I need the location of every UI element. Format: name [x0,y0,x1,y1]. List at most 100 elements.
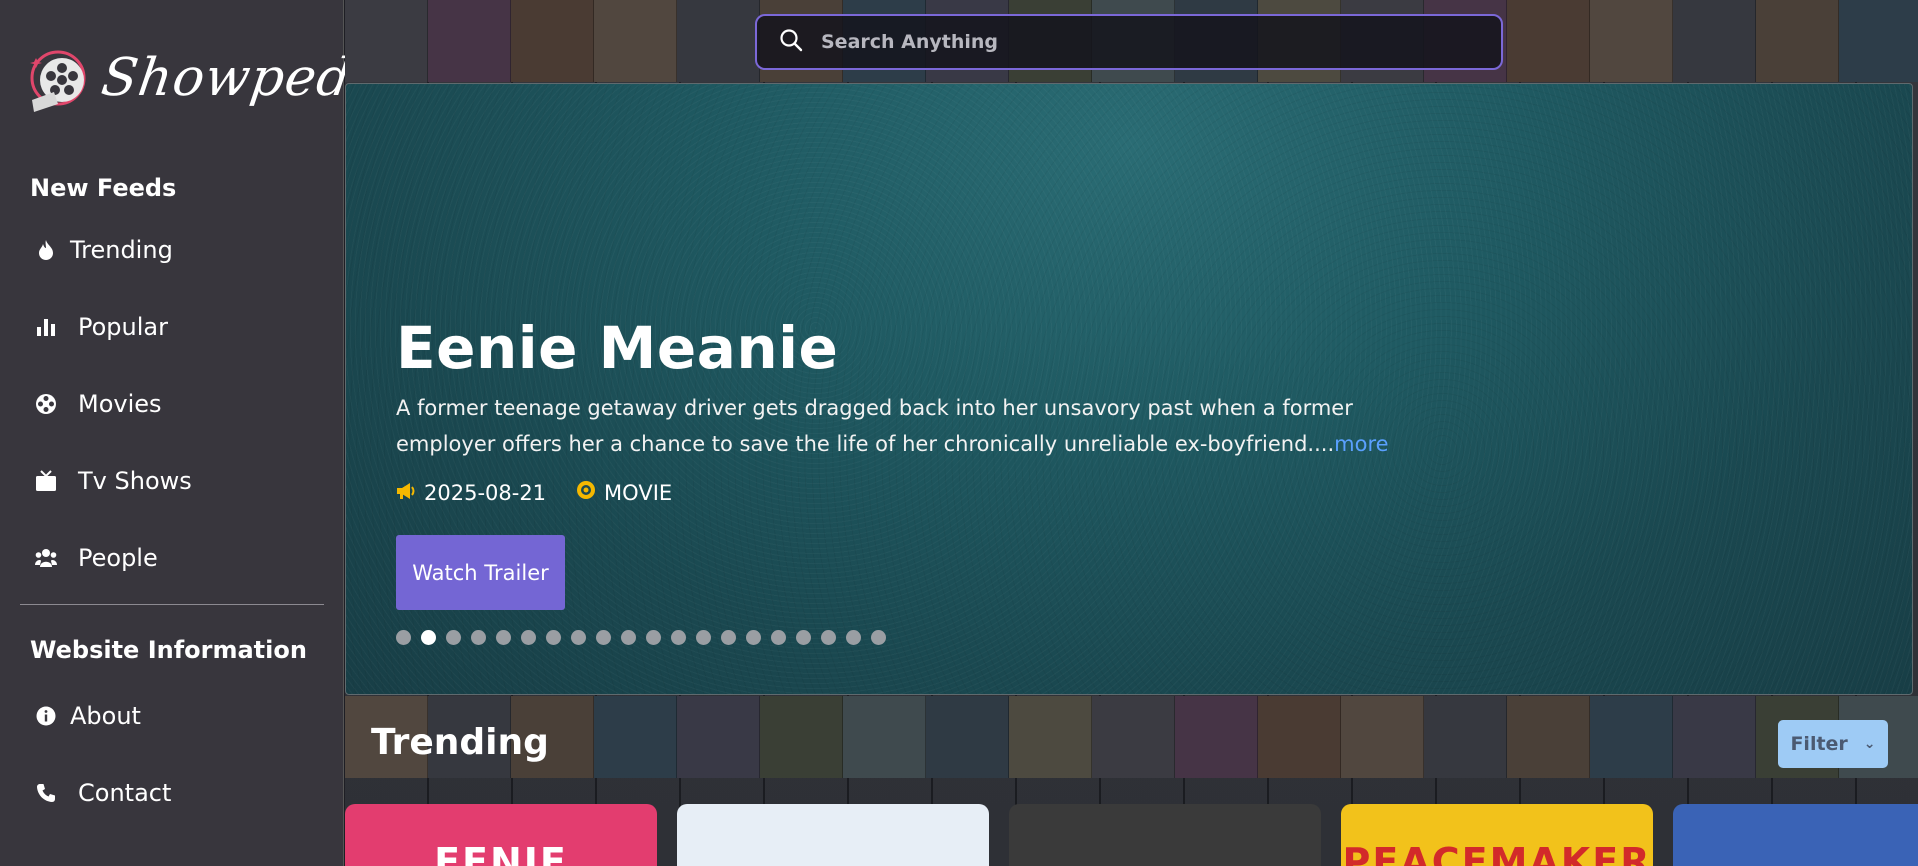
sidebar-item-label: Popular [78,313,168,341]
filter-label: Filter [1790,733,1848,755]
poster-tile [345,0,428,82]
phone-icon [34,781,58,805]
carousel-dots [396,630,896,645]
poster-tile [1175,696,1258,778]
poster-tile [1507,0,1590,82]
carousel-dot[interactable] [396,630,411,645]
sidebar: Showpedia New Feeds Trending Popular Mov… [0,0,405,866]
tv-icon [34,469,58,493]
bw-portrait-poster[interactable] [1009,804,1321,866]
poster-tile [1258,696,1341,778]
bar-chart-icon [34,315,58,339]
carousel-dot[interactable] [796,630,811,645]
hero-banner: Eenie Meanie A former teenage getaway dr… [345,83,1913,695]
sidebar-item-about[interactable]: About [34,702,141,730]
hero-meta: 2025-08-21 MOVIE [396,480,702,505]
sidebar-item-label: People [78,544,158,572]
fire-icon [34,238,58,262]
superman-poster[interactable] [677,804,989,866]
film-reel-logo-icon [30,50,86,112]
section-title-website-information: Website Information [30,636,307,664]
carousel-dot[interactable] [846,630,861,645]
carousel-dot[interactable] [871,630,886,645]
poster-tile [511,0,594,82]
poster-tile [594,696,677,778]
sidebar-divider [20,604,324,605]
carousel-dot[interactable] [596,630,611,645]
search-icon [779,28,803,56]
poster-tile [1590,696,1673,778]
carousel-dot[interactable] [671,630,686,645]
sidebar-item-contact[interactable]: Contact [34,779,171,807]
people-icon [34,546,58,570]
poster-collage-row-bottom [345,696,1918,778]
poster-tile [428,0,511,82]
carousel-dot[interactable] [521,630,536,645]
poster-tile [594,0,677,82]
carousel-dot[interactable] [446,630,461,645]
carousel-dot[interactable] [746,630,761,645]
poster-tile [677,0,760,82]
sidebar-item-label: Movies [78,390,162,418]
carousel-dot[interactable] [721,630,736,645]
sidebar-item-label: Tv Shows [78,467,192,495]
sidebar-item-people[interactable]: People [34,544,158,572]
carousel-dot[interactable] [621,630,636,645]
sidebar-item-label: Trending [70,236,173,264]
sidebar-item-label: About [70,702,141,730]
sidebar-item-trending[interactable]: Trending [34,236,173,264]
poster-tile [1424,696,1507,778]
sidebar-item-popular[interactable]: Popular [34,313,168,341]
card-title-art: EENIE [434,840,568,866]
trending-title: Trending [371,722,549,763]
info-icon [34,704,58,728]
carousel-dot[interactable] [646,630,661,645]
main-content: Eenie Meanie A former teenage getaway dr… [345,0,1918,866]
poster-tile [1590,0,1673,82]
poster-tile [843,696,926,778]
search-bar[interactable] [755,14,1503,70]
release-date: 2025-08-21 [396,481,546,505]
hero-title: Eenie Meanie [396,314,839,382]
trending-cards: EENIE PEACEMAKER [345,804,1918,866]
poster-tile [1009,696,1092,778]
more-link[interactable]: more [1334,432,1388,456]
search-input[interactable] [821,31,1461,53]
carousel-dot[interactable] [546,630,561,645]
carousel-dot[interactable] [421,630,436,645]
poster-tile [760,696,843,778]
carousel-dot[interactable] [771,630,786,645]
poster-tile [1673,0,1756,82]
sidebar-item-label: Contact [78,779,172,807]
alien-creature-poster[interactable] [1673,804,1918,866]
watch-trailer-button[interactable]: Watch Trailer [396,535,565,610]
section-title-new-feeds: New Feeds [30,174,177,202]
poster-tile [926,696,1009,778]
poster-tile [1092,696,1175,778]
sidebar-item-movies[interactable]: Movies [34,390,162,418]
carousel-dot[interactable] [696,630,711,645]
carousel-dot[interactable] [821,630,836,645]
media-type: MOVIE [576,480,672,505]
poster-tile [1341,696,1424,778]
peacemaker-poster[interactable]: PEACEMAKER [1341,804,1653,866]
poster-tile [1839,0,1918,82]
poster-tile [1673,696,1756,778]
chevron-down-icon: ⌄ [1863,736,1876,752]
eenie-meanie-poster[interactable]: EENIE [345,804,657,866]
filter-button[interactable]: Filter ⌄ [1778,720,1888,768]
poster-tile [1756,0,1839,82]
hero-description: A former teenage getaway driver gets dra… [396,390,1436,462]
card-title-art: PEACEMAKER [1342,840,1652,866]
release-date-value: 2025-08-21 [424,480,547,505]
poster-tile [1507,696,1590,778]
carousel-dot[interactable] [471,630,486,645]
carousel-dot[interactable] [571,630,586,645]
film-reel-icon [34,392,58,416]
sidebar-item-tv-shows[interactable]: Tv Shows [34,467,192,495]
media-type-value: MOVIE [604,480,673,505]
hero-description-text: A former teenage getaway driver gets dra… [396,396,1353,456]
carousel-dot[interactable] [496,630,511,645]
disc-icon [576,480,604,505]
poster-tile [677,696,760,778]
